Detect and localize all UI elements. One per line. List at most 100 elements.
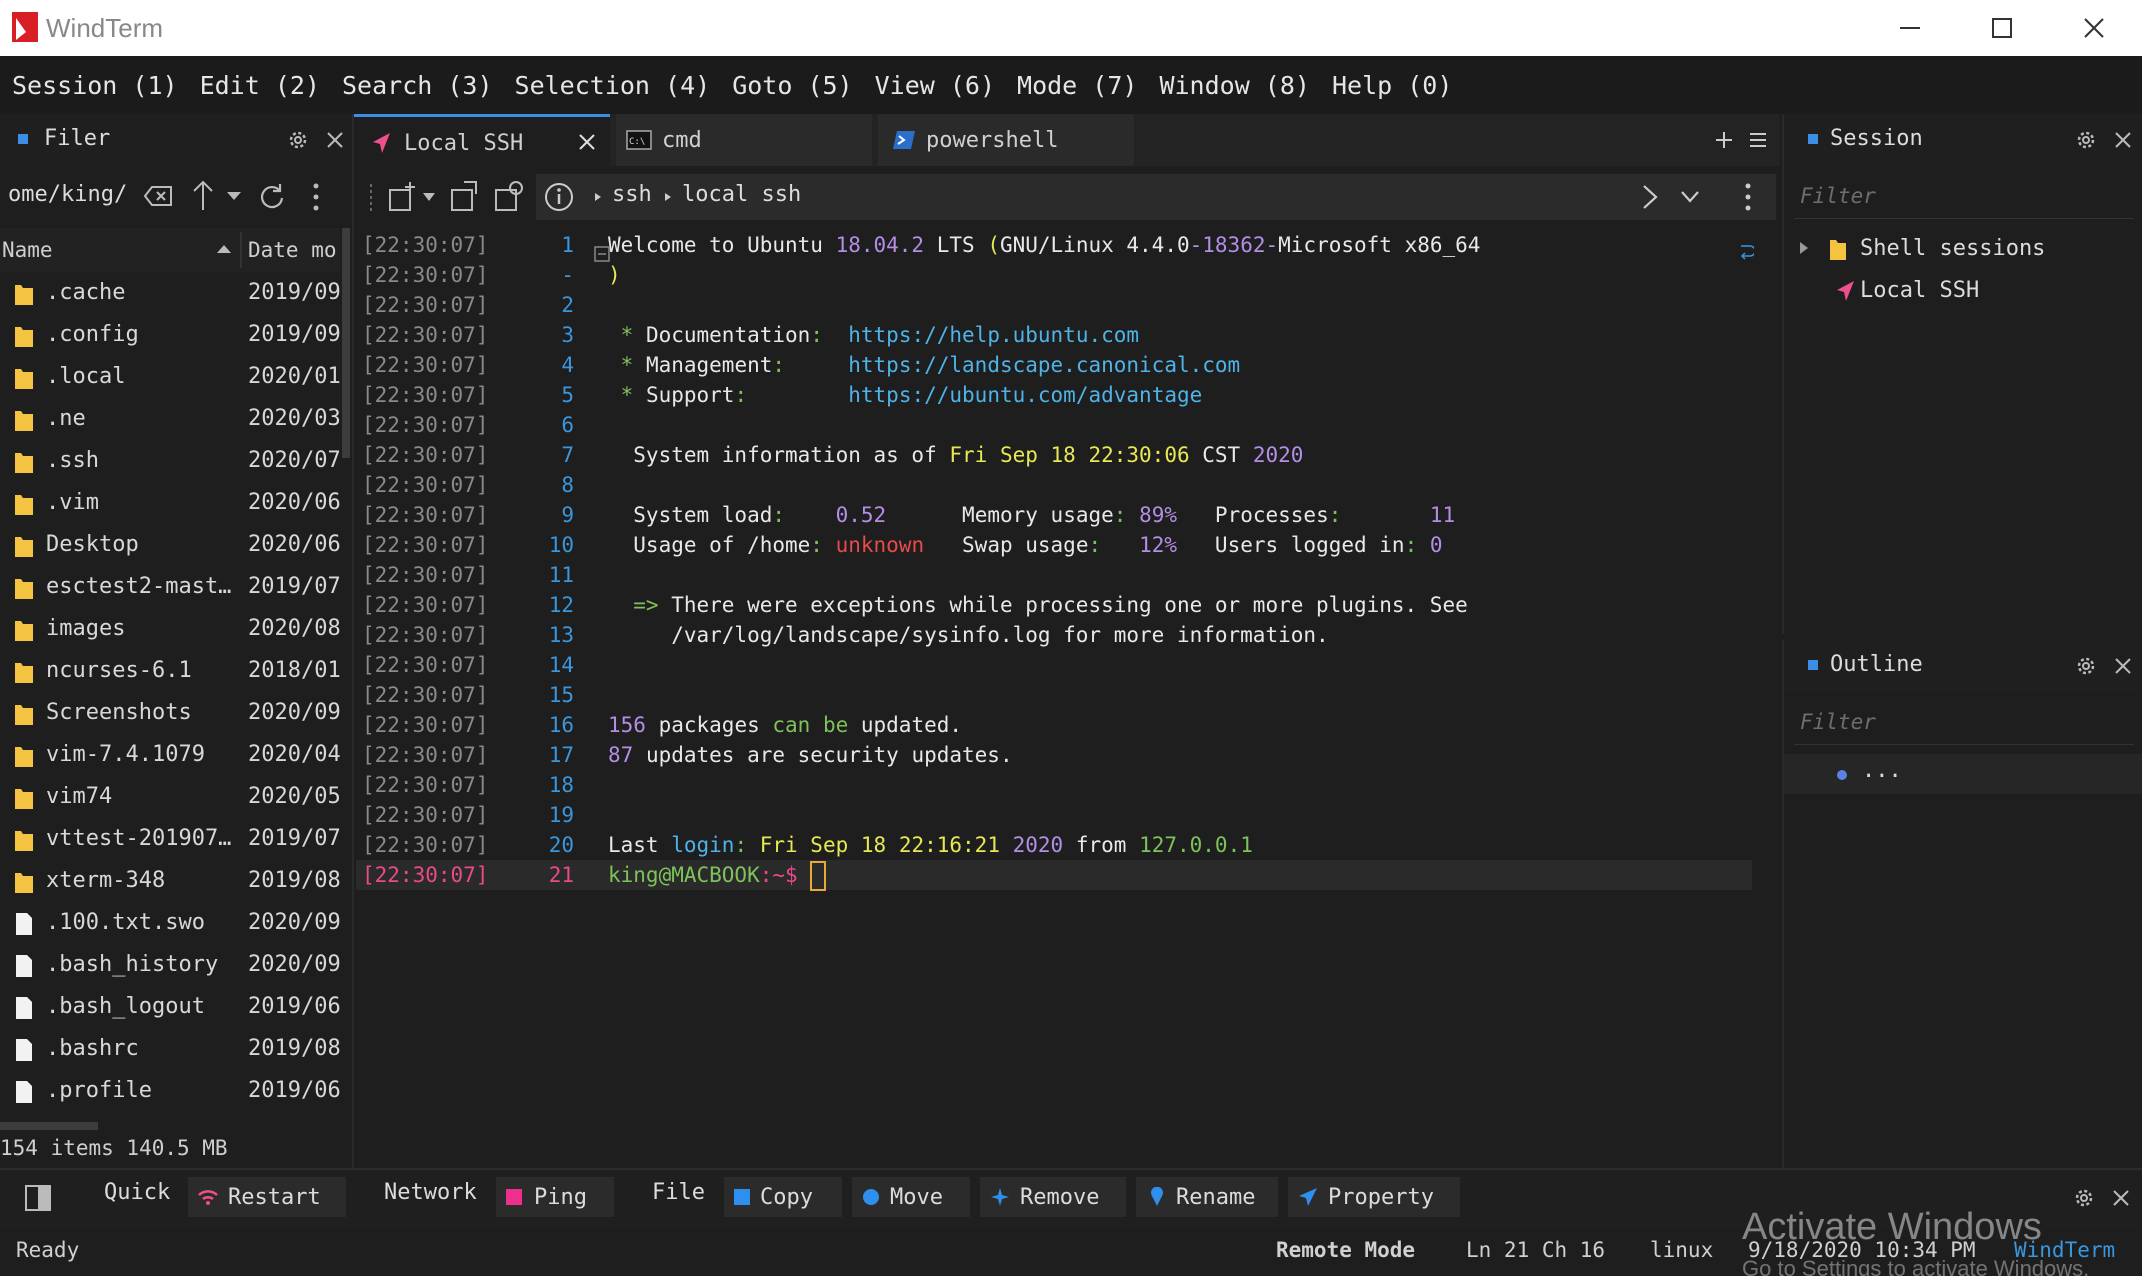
file-row[interactable]: .cache 2019/09 xyxy=(0,274,341,316)
expand-arrow-icon[interactable] xyxy=(1798,240,1810,256)
tab-powershell[interactable]: powershell xyxy=(878,114,1134,166)
file-row[interactable]: esctest2-mast… 2019/07 xyxy=(0,568,341,610)
fold-icon[interactable] xyxy=(594,246,610,262)
file-row[interactable]: ncurses-6.1 2018/01 xyxy=(0,652,341,694)
file-row[interactable]: Screenshots 2020/09 xyxy=(0,694,341,736)
minimize-button[interactable] xyxy=(1864,0,1956,56)
tree-item-label: Shell sessions xyxy=(1860,236,2046,261)
tab-local-ssh[interactable]: Local SSH xyxy=(354,114,610,169)
menu-help[interactable]: Help (0) xyxy=(1332,71,1452,100)
filer-hscrollbar[interactable] xyxy=(0,1120,340,1130)
text-segment: : xyxy=(734,833,760,857)
close-tab-icon[interactable] xyxy=(578,133,596,151)
file-name: xterm-348 xyxy=(46,868,166,893)
close-icon[interactable] xyxy=(2110,1187,2132,1209)
file-row[interactable]: .profile 2019/06 xyxy=(0,1072,341,1114)
folder-icon xyxy=(15,453,33,473)
chevron-down-icon[interactable] xyxy=(422,192,436,202)
drag-handle-icon[interactable] xyxy=(368,184,374,214)
chevron-down-icon[interactable] xyxy=(226,190,242,202)
column-name[interactable]: Name xyxy=(2,238,53,262)
close-icon[interactable] xyxy=(2112,655,2134,677)
file-row[interactable]: .bashrc 2019/08 xyxy=(0,1030,341,1072)
panel-toggle-icon[interactable] xyxy=(24,1184,52,1212)
file-row[interactable]: Desktop 2020/06 xyxy=(0,526,341,568)
up-arrow-icon[interactable] xyxy=(192,180,214,212)
more-icon[interactable] xyxy=(1744,182,1752,212)
breadcrumb-ssh[interactable]: ssh xyxy=(612,182,652,207)
remove-button[interactable]: Remove xyxy=(980,1177,1126,1217)
maximize-button[interactable] xyxy=(1956,0,2048,56)
new-session-icon[interactable] xyxy=(388,180,418,214)
info-icon[interactable] xyxy=(544,182,574,212)
gear-icon[interactable] xyxy=(286,128,310,152)
copy-button[interactable]: Copy xyxy=(724,1177,842,1217)
file-row[interactable]: .local 2020/01 xyxy=(0,358,341,400)
new-tab-icon[interactable] xyxy=(1714,130,1734,150)
tree-item-local-ssh[interactable]: Local SSH xyxy=(1794,272,2134,312)
chevron-right-icon[interactable] xyxy=(1642,184,1658,210)
gear-icon[interactable] xyxy=(2072,1186,2096,1210)
column-divider[interactable] xyxy=(240,232,242,268)
ping-button[interactable]: Ping xyxy=(496,1177,614,1217)
breadcrumb-local-ssh[interactable]: local ssh xyxy=(682,182,801,207)
session-filter-input[interactable]: Filter xyxy=(1794,178,2134,219)
property-button[interactable]: Property xyxy=(1288,1177,1460,1217)
text-segment: login xyxy=(671,833,735,857)
gear-icon[interactable] xyxy=(2074,128,2098,152)
status-os[interactable]: linux xyxy=(1650,1238,1713,1262)
menu-window[interactable]: Window (8) xyxy=(1159,71,1310,100)
menu-mode[interactable]: Mode (7) xyxy=(1017,71,1137,100)
duplicate-session-icon[interactable] xyxy=(450,180,480,214)
file-row[interactable]: vim74 2020/05 xyxy=(0,778,341,820)
close-icon[interactable] xyxy=(2112,129,2134,151)
close-icon[interactable] xyxy=(324,129,346,151)
file-row[interactable]: .100.txt.swo 2020/09 xyxy=(0,904,341,946)
file-row[interactable]: vttest-201907… 2019/07 xyxy=(0,820,341,862)
chevron-down-icon[interactable] xyxy=(1680,190,1700,204)
file-row[interactable]: images 2020/08 xyxy=(0,610,341,652)
menu-session[interactable]: Session (1) xyxy=(12,71,178,100)
clear-path-icon[interactable] xyxy=(144,184,174,208)
outline-filter-input[interactable]: Filter xyxy=(1794,704,2134,745)
folder-icon xyxy=(15,663,33,683)
text-segment xyxy=(1000,833,1013,857)
text-segment: unknown xyxy=(822,533,925,557)
bullet-icon xyxy=(1837,770,1847,780)
refresh-icon[interactable] xyxy=(258,182,286,210)
filer-scrollbar[interactable] xyxy=(340,228,352,1238)
rename-button[interactable]: Rename xyxy=(1136,1177,1278,1217)
restart-button[interactable]: Restart xyxy=(188,1177,346,1217)
file-row[interactable]: .bash_history 2020/09 xyxy=(0,946,341,988)
menu-selection[interactable]: Selection (4) xyxy=(515,71,711,100)
tree-item-shell-sessions[interactable]: Shell sessions xyxy=(1794,230,2134,270)
menu-edit[interactable]: Edit (2) xyxy=(200,71,320,100)
file-row[interactable]: xterm-348 2019/08 xyxy=(0,862,341,904)
menu-view[interactable]: View (6) xyxy=(875,71,995,100)
menu-goto[interactable]: Goto (5) xyxy=(732,71,852,100)
filer-scrollbar-thumb[interactable] xyxy=(342,228,350,458)
outline-item[interactable]: ... xyxy=(1784,754,2142,794)
status-position[interactable]: Ln 21 Ch 16 xyxy=(1466,1238,1605,1262)
file-row[interactable]: .bash_logout 2019/06 xyxy=(0,988,341,1030)
terminal-view[interactable]: [22:30:07] 1 Welcome to Ubuntu 18.04.2 LTS… xyxy=(356,230,1752,1130)
file-date: 2020/09 xyxy=(248,910,341,935)
file-row[interactable]: .vim 2020/06 xyxy=(0,484,341,526)
file-row[interactable]: .config 2019/09 xyxy=(0,316,341,358)
file-row[interactable]: vim-7.4.1079 2020/04 xyxy=(0,736,341,778)
move-button[interactable]: Move xyxy=(852,1177,970,1217)
split-session-icon[interactable] xyxy=(494,180,524,214)
file-row[interactable]: .ssh 2020/07 xyxy=(0,442,341,484)
filer-hscrollbar-thumb[interactable] xyxy=(0,1122,98,1130)
status-mode[interactable]: Remote Mode xyxy=(1276,1238,1415,1262)
gear-icon[interactable] xyxy=(2074,654,2098,678)
file-name: .bash_history xyxy=(46,952,219,977)
tab-cmd[interactable]: C:\ cmd xyxy=(616,114,872,166)
menu-search[interactable]: Search (3) xyxy=(342,71,493,100)
column-date[interactable]: Date mo xyxy=(248,238,337,262)
more-icon[interactable] xyxy=(312,182,320,212)
file-row[interactable]: .ne 2020/03 xyxy=(0,400,341,442)
filer-path-field[interactable]: ome/king/ xyxy=(8,182,127,207)
tab-list-icon[interactable] xyxy=(1748,132,1768,148)
close-window-button[interactable] xyxy=(2048,0,2140,56)
